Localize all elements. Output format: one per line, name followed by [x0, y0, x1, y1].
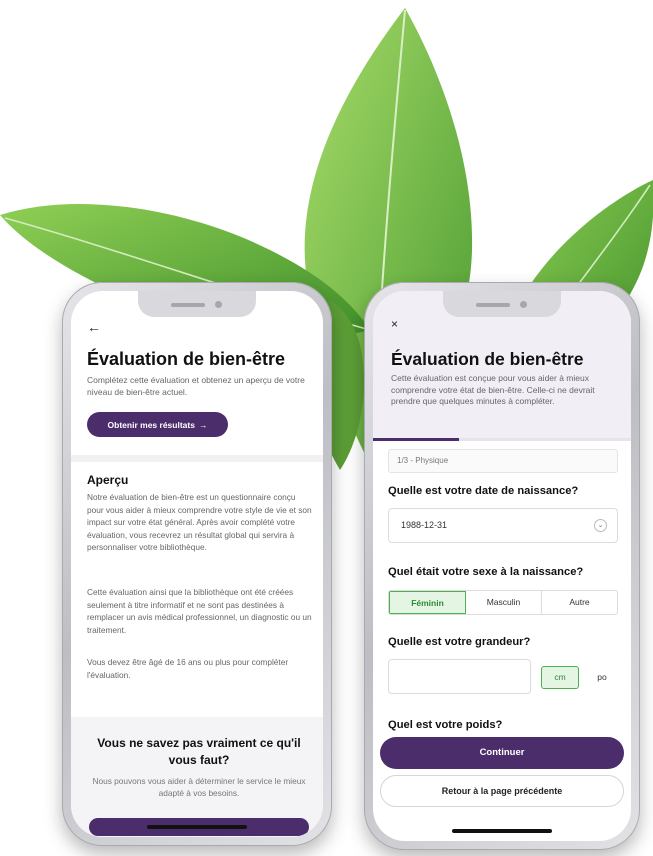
question-weight: Quel est votre poids?: [388, 719, 503, 731]
overview-heading: Aperçu: [87, 473, 129, 487]
form-title: Évaluation de bien-être: [391, 349, 584, 369]
get-results-button[interactable]: Obtenir mes résultats →: [87, 412, 228, 437]
phone-right-screen: × Évaluation de bien-être Cette évaluati…: [373, 291, 631, 841]
phone-right: × Évaluation de bien-être Cette évaluati…: [364, 282, 640, 850]
sex-selector: Féminin Masculin Autre: [388, 590, 618, 615]
help-title: Vous ne savez pas vraiment ce qu'il vous…: [97, 736, 301, 767]
arrow-right-icon: →: [198, 419, 208, 430]
overview-paragraph: Notre évaluation de bien-être est un que…: [87, 492, 312, 552]
home-indicator: [452, 829, 552, 833]
step-indicator: 1/3 - Physique: [388, 449, 618, 473]
birthdate-value: 1988-12-31: [401, 520, 448, 530]
phone-left-screen: ← Évaluation de bien-être Complétez cett…: [71, 291, 323, 837]
sex-option-autre[interactable]: Autre: [542, 591, 617, 614]
height-input[interactable]: [388, 659, 531, 694]
question-height: Quelle est votre grandeur?: [388, 636, 531, 648]
unit-po-button[interactable]: po: [583, 666, 621, 689]
page-subtitle: Complétez cette évaluation et obtenez un…: [87, 375, 305, 397]
disclaimer-paragraph: Cette évaluation ainsi que la bibliothèq…: [87, 587, 312, 635]
continue-button[interactable]: Continuer: [380, 737, 624, 769]
birthdate-select[interactable]: 1988-12-31 ⌄: [388, 508, 618, 543]
close-icon[interactable]: ×: [391, 317, 398, 331]
phone-notch: [443, 291, 561, 317]
progress-bar: [373, 438, 631, 441]
home-indicator: [147, 825, 247, 829]
phone-notch: [138, 291, 256, 317]
sex-option-masculin[interactable]: Masculin: [466, 591, 542, 614]
phone-left: ← Évaluation de bien-être Complétez cett…: [62, 282, 332, 846]
question-sex: Quel était votre sexe à la naissance?: [388, 566, 584, 578]
back-arrow-icon[interactable]: ←: [87, 319, 101, 335]
previous-page-button[interactable]: Retour à la page précédente: [380, 775, 624, 807]
question-birthdate: Quelle est votre date de naissance?: [388, 485, 579, 497]
get-results-label: Obtenir mes résultats: [107, 419, 195, 430]
unit-cm-button[interactable]: cm: [541, 666, 579, 689]
chevron-down-icon: ⌄: [594, 519, 607, 532]
progress-fill: [373, 438, 459, 441]
page-title: Évaluation de bien-être: [87, 349, 286, 369]
form-subtitle: Cette évaluation est conçue pour vous ai…: [391, 373, 595, 406]
sex-option-feminin[interactable]: Féminin: [389, 591, 466, 614]
section-divider: [71, 455, 323, 462]
age-requirement-paragraph: Vous devez être âgé de 16 ans ou plus po…: [87, 657, 289, 680]
help-subtitle: Nous pouvons vous aider à déterminer le …: [92, 776, 306, 798]
